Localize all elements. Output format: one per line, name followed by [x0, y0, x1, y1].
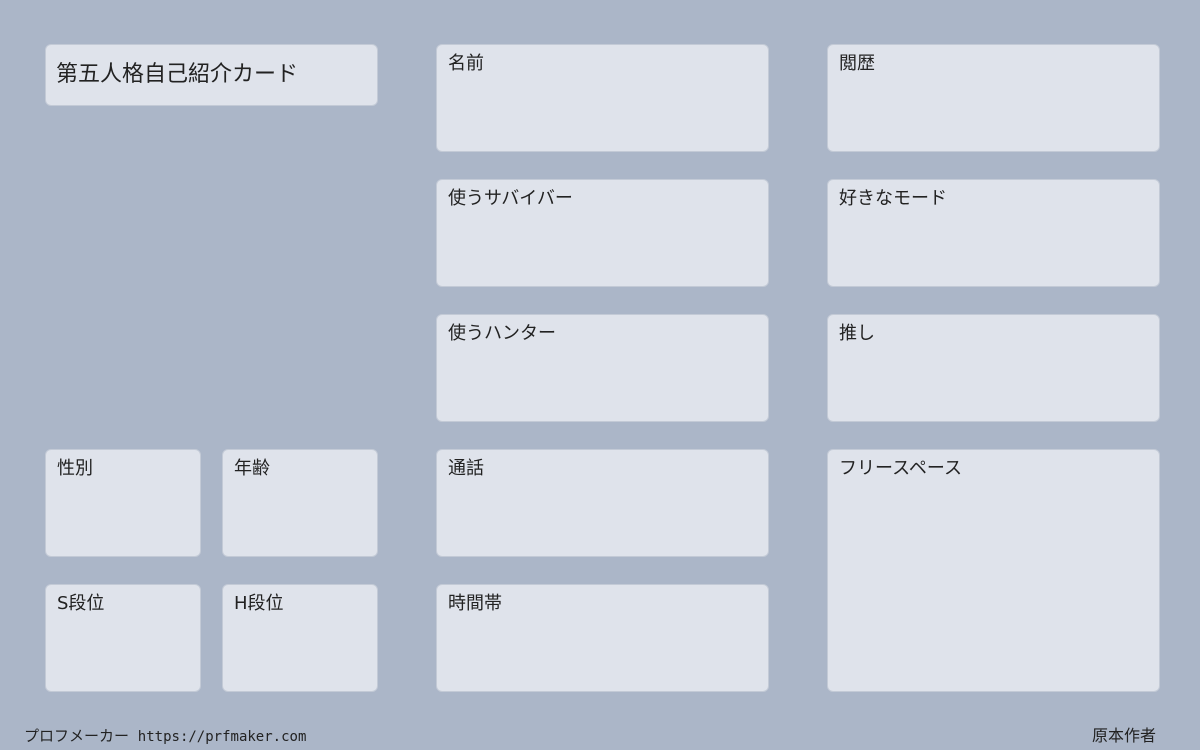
field-hunter-label: 使うハンター: [448, 323, 556, 344]
field-h-rank-label: H段位: [234, 593, 284, 614]
field-mode-label: 好きなモード: [839, 188, 947, 209]
field-gender[interactable]: 性別: [45, 449, 201, 557]
field-time-label: 時間帯: [448, 593, 502, 614]
field-s-rank[interactable]: S段位: [45, 584, 201, 692]
field-history-label: 閲歴: [839, 53, 875, 74]
field-survivor-label: 使うサバイバー: [448, 188, 573, 209]
field-gender-label: 性別: [57, 458, 93, 479]
footer-credit: プロフメーカー https://prfmaker.com: [24, 726, 306, 747]
field-s-rank-label: S段位: [57, 593, 105, 614]
field-history[interactable]: 閲歴: [827, 44, 1160, 152]
field-oshi-label: 推し: [839, 323, 875, 344]
field-h-rank[interactable]: H段位: [222, 584, 378, 692]
field-age[interactable]: 年齢: [222, 449, 378, 557]
card-title: 第五人格自己紹介カード: [56, 62, 299, 87]
field-free-space[interactable]: フリースペース: [827, 449, 1160, 692]
field-name-label: 名前: [448, 53, 484, 74]
field-call-label: 通話: [448, 458, 484, 479]
field-hunter[interactable]: 使うハンター: [436, 314, 769, 422]
field-time[interactable]: 時間帯: [436, 584, 769, 692]
footer-author: 原本作者: [1091, 726, 1156, 745]
field-age-label: 年齢: [234, 458, 270, 479]
field-name[interactable]: 名前: [436, 44, 769, 152]
field-free-space-label: フリースペース: [839, 458, 962, 479]
footer-url[interactable]: https://prfmaker.com: [138, 729, 307, 745]
field-mode[interactable]: 好きなモード: [827, 179, 1160, 287]
card-title-box: 第五人格自己紹介カード: [45, 44, 378, 106]
footer-maker: プロフメーカー: [24, 727, 130, 745]
field-oshi[interactable]: 推し: [827, 314, 1160, 422]
field-call[interactable]: 通話: [436, 449, 769, 557]
field-survivor[interactable]: 使うサバイバー: [436, 179, 769, 287]
